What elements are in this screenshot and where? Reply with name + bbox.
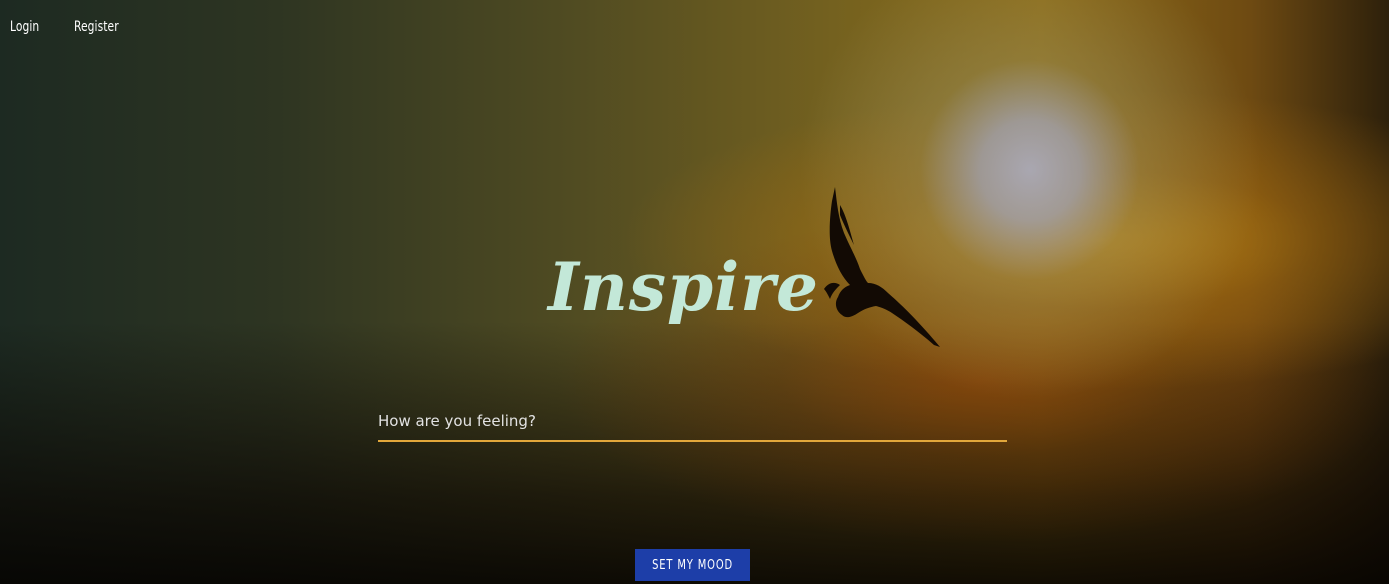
login-link[interactable]: Login xyxy=(10,19,39,35)
register-link[interactable]: Register xyxy=(74,19,119,35)
mood-form xyxy=(378,400,1007,442)
top-nav: Login Register xyxy=(10,19,127,35)
bird-silhouette-icon xyxy=(824,187,940,347)
mood-input[interactable] xyxy=(378,400,1007,442)
set-mood-button-label: SET MY MOOD xyxy=(652,557,733,573)
set-mood-button[interactable]: SET MY MOOD xyxy=(635,549,750,581)
page-root: { "nav": { "login_label": "Login", "regi… xyxy=(0,0,1389,584)
brand-title: Inspire xyxy=(548,248,819,326)
